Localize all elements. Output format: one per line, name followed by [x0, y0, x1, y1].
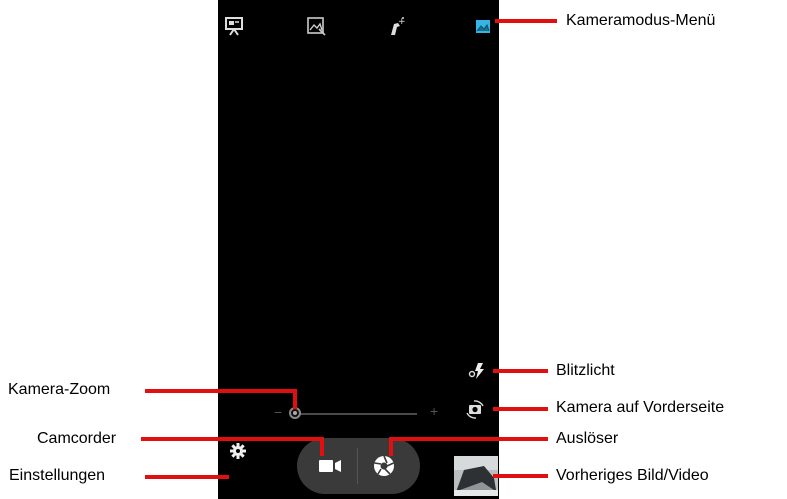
label-camera-mode-menu: Kameramodus-Menü — [566, 12, 716, 29]
scene-mode-icon[interactable] — [472, 15, 494, 37]
zoom-out-icon[interactable]: − — [274, 405, 282, 419]
callout-vline-shutter — [389, 437, 393, 456]
callout-line-flash — [493, 369, 548, 373]
callout-line-previous-media — [493, 474, 548, 478]
label-settings: Einstellungen — [9, 467, 106, 484]
camcorder-button[interactable] — [310, 448, 350, 484]
flash-icon[interactable] — [466, 359, 488, 381]
label-shutter: Auslöser — [556, 430, 619, 447]
label-front-camera: Kamera auf Vorderseite — [556, 399, 725, 416]
previous-media-thumbnail[interactable] — [454, 456, 498, 496]
pill-divider — [357, 448, 358, 484]
panorama-mode-icon[interactable] — [305, 15, 327, 37]
callout-line-camera-zoom — [145, 389, 295, 393]
camera-viewfinder: + − + — [218, 0, 499, 499]
presentation-mode-icon[interactable] — [223, 15, 245, 37]
callout-line-camcorder — [141, 437, 324, 441]
callout-line-shutter — [389, 437, 548, 441]
zoom-slider[interactable]: − + — [274, 403, 444, 423]
label-camera-zoom: Kamera-Zoom — [8, 381, 111, 398]
video-camera-icon — [319, 460, 341, 472]
svg-text:+: + — [398, 17, 406, 27]
aperture-icon — [374, 455, 394, 476]
callout-vline-camcorder — [320, 437, 324, 456]
callout-line-front-camera — [493, 407, 548, 411]
label-flash: Blitzlicht — [556, 362, 615, 379]
front-camera-switch-icon[interactable] — [464, 398, 486, 420]
camera-mode-bar: + — [218, 0, 499, 50]
zoom-in-icon[interactable]: + — [430, 404, 438, 418]
label-previous-media: Vorheriges Bild/Video — [556, 467, 709, 484]
capture-control-pill — [297, 438, 420, 494]
effects-mode-icon[interactable]: + — [385, 15, 407, 37]
callout-vline-camera-zoom — [293, 389, 297, 409]
callout-line-settings — [145, 475, 229, 479]
zoom-track[interactable] — [292, 413, 417, 415]
label-camcorder: Camcorder — [37, 430, 117, 447]
callout-line-camera-mode-menu — [495, 19, 557, 23]
shutter-button[interactable] — [364, 448, 404, 484]
settings-gear-icon[interactable] — [228, 441, 248, 461]
